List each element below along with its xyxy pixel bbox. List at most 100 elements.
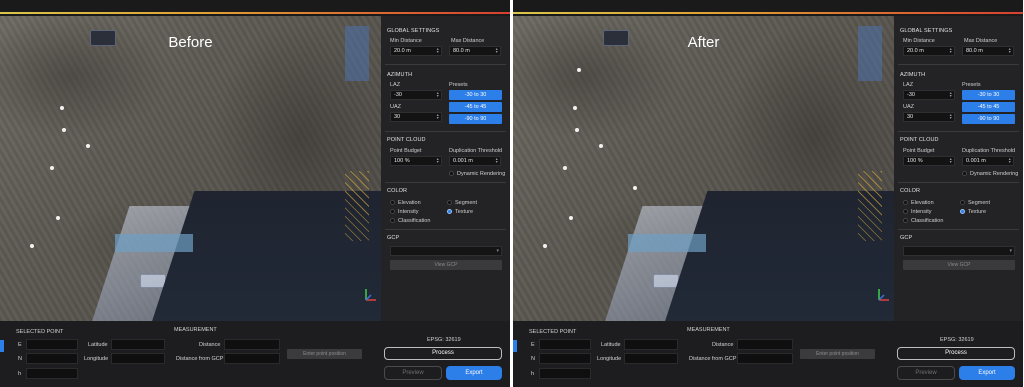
spinner-icon[interactable]: ▲ ▼ <box>436 157 440 164</box>
min-distance-label: Min Distance <box>903 38 935 44</box>
color-segment-radio[interactable] <box>447 200 452 205</box>
spinner-icon[interactable]: ▲ ▼ <box>949 47 953 54</box>
preset-90-button[interactable]: -90 to 90 <box>449 114 502 124</box>
point-budget-input[interactable]: 100 % ▲ ▼ <box>903 156 955 166</box>
distance-from-gcp-label: Distance from GCP <box>689 356 737 362</box>
app-panel-after: After GLOBAL SETTINGS Min Distance 20.0 … <box>513 0 1023 387</box>
max-distance-value: 80.0 m <box>966 48 983 54</box>
dynamic-rendering-checkbox[interactable] <box>449 171 454 176</box>
enter-point-position-button[interactable]: Enter point position <box>800 349 875 359</box>
n-field[interactable] <box>26 353 78 364</box>
max-distance-label: Max Distance <box>451 38 485 44</box>
latitude-field[interactable] <box>624 339 678 350</box>
color-classification-radio[interactable] <box>390 218 395 223</box>
laz-input[interactable]: -30 ▲ ▼ <box>390 90 442 100</box>
spinner-icon[interactable]: ▲ ▼ <box>949 113 953 120</box>
max-distance-input[interactable]: 80.0 m ▲ ▼ <box>449 46 501 56</box>
min-distance-input[interactable]: 20.0 m ▲ ▼ <box>390 46 442 56</box>
spinner-icon[interactable]: ▲ ▼ <box>495 157 499 164</box>
color-intensity-radio[interactable] <box>903 209 908 214</box>
spinner-icon[interactable]: ▲ ▼ <box>949 91 953 98</box>
gcp-select[interactable]: ▾ <box>390 246 502 256</box>
laz-label: LAZ <box>390 82 401 88</box>
preset-90-button[interactable]: -90 to 90 <box>962 114 1015 124</box>
duplication-threshold-input[interactable]: 0.001 m ▲ ▼ <box>449 156 501 166</box>
duplication-threshold-input[interactable]: 0.001 m ▲ ▼ <box>962 156 1014 166</box>
accent-gradient-line <box>0 12 510 14</box>
n-field[interactable] <box>539 353 591 364</box>
color-title: COLOR <box>900 188 921 194</box>
color-texture-radio[interactable] <box>447 209 452 214</box>
preset-45-button[interactable]: -45 to 45 <box>962 102 1015 112</box>
preview-button[interactable]: Preview <box>384 366 442 380</box>
process-button[interactable]: Process <box>897 347 1015 360</box>
distance-field[interactable] <box>737 339 793 350</box>
point-marker <box>60 106 64 110</box>
uaz-input[interactable]: 30 ▲ ▼ <box>903 112 955 122</box>
laz-label: LAZ <box>903 82 914 88</box>
laz-input[interactable]: -30 ▲ ▼ <box>903 90 955 100</box>
spinner-icon[interactable]: ▲ ▼ <box>436 113 440 120</box>
spinner-icon[interactable]: ▲ ▼ <box>949 157 953 164</box>
color-texture-radio[interactable] <box>960 209 965 214</box>
point-budget-value: 100 % <box>907 158 923 164</box>
point-marker <box>86 144 90 148</box>
longitude-field[interactable] <box>111 353 165 364</box>
distance-from-gcp-field[interactable] <box>224 353 280 364</box>
max-distance-input[interactable]: 80.0 m ▲ ▼ <box>962 46 1014 56</box>
divider <box>898 229 1019 230</box>
preset-30-button[interactable]: -30 to 30 <box>962 90 1015 100</box>
h-field[interactable] <box>26 368 78 379</box>
global-settings-title: GLOBAL SETTINGS <box>900 28 953 34</box>
color-title: COLOR <box>387 188 408 194</box>
color-classification-radio[interactable] <box>903 218 908 223</box>
preset-45-button[interactable]: -45 to 45 <box>449 102 502 112</box>
parking-space <box>628 234 706 252</box>
export-button[interactable]: Export <box>446 366 502 380</box>
preset-30-button[interactable]: -30 to 30 <box>449 90 502 100</box>
min-distance-input[interactable]: 20.0 m ▲ ▼ <box>903 46 955 56</box>
enter-point-position-button[interactable]: Enter point position <box>287 349 362 359</box>
view-gcp-button[interactable]: View GCP <box>903 260 1015 270</box>
color-segment-label: Segment <box>455 200 478 206</box>
azimuth-title: AZIMUTH <box>387 72 413 78</box>
color-intensity-radio[interactable] <box>390 209 395 214</box>
point-cloud-viewport[interactable]: After <box>513 16 894 321</box>
color-elevation-label: Elevation <box>398 200 421 206</box>
spinner-icon[interactable]: ▲ ▼ <box>1008 47 1012 54</box>
color-classification-label: Classification <box>398 218 431 224</box>
h-field[interactable] <box>539 368 591 379</box>
e-field[interactable] <box>26 339 78 350</box>
process-button[interactable]: Process <box>384 347 502 360</box>
presets-label: Presets <box>962 82 981 88</box>
dynamic-rendering-checkbox[interactable] <box>962 171 967 176</box>
e-field[interactable] <box>539 339 591 350</box>
bottom-panel: SELECTED POINT E N h Latitude Longitude … <box>513 321 1023 387</box>
max-distance-label: Max Distance <box>964 38 998 44</box>
distance-from-gcp-field[interactable] <box>737 353 793 364</box>
point-budget-input[interactable]: 100 % ▲ ▼ <box>390 156 442 166</box>
point-marker <box>573 106 577 110</box>
preview-button[interactable]: Preview <box>897 366 955 380</box>
spinner-icon[interactable]: ▲ ▼ <box>436 47 440 54</box>
parking-lines <box>858 171 882 241</box>
color-elevation-radio[interactable] <box>390 200 395 205</box>
spinner-icon[interactable]: ▲ ▼ <box>495 47 499 54</box>
uaz-input[interactable]: 30 ▲ ▼ <box>390 112 442 122</box>
side-tab-handle[interactable] <box>513 340 517 352</box>
export-button[interactable]: Export <box>959 366 1015 380</box>
gcp-select[interactable]: ▾ <box>903 246 1015 256</box>
top-bar <box>513 0 1023 16</box>
n-label: N <box>18 356 22 362</box>
point-budget-label: Point Budget <box>390 148 422 154</box>
side-tab-handle[interactable] <box>0 340 4 352</box>
view-gcp-button[interactable]: View GCP <box>390 260 502 270</box>
distance-field[interactable] <box>224 339 280 350</box>
point-cloud-viewport[interactable]: Before <box>0 16 381 321</box>
spinner-icon[interactable]: ▲ ▼ <box>436 91 440 98</box>
longitude-field[interactable] <box>624 353 678 364</box>
color-elevation-radio[interactable] <box>903 200 908 205</box>
color-segment-radio[interactable] <box>960 200 965 205</box>
spinner-icon[interactable]: ▲ ▼ <box>1008 157 1012 164</box>
latitude-field[interactable] <box>111 339 165 350</box>
